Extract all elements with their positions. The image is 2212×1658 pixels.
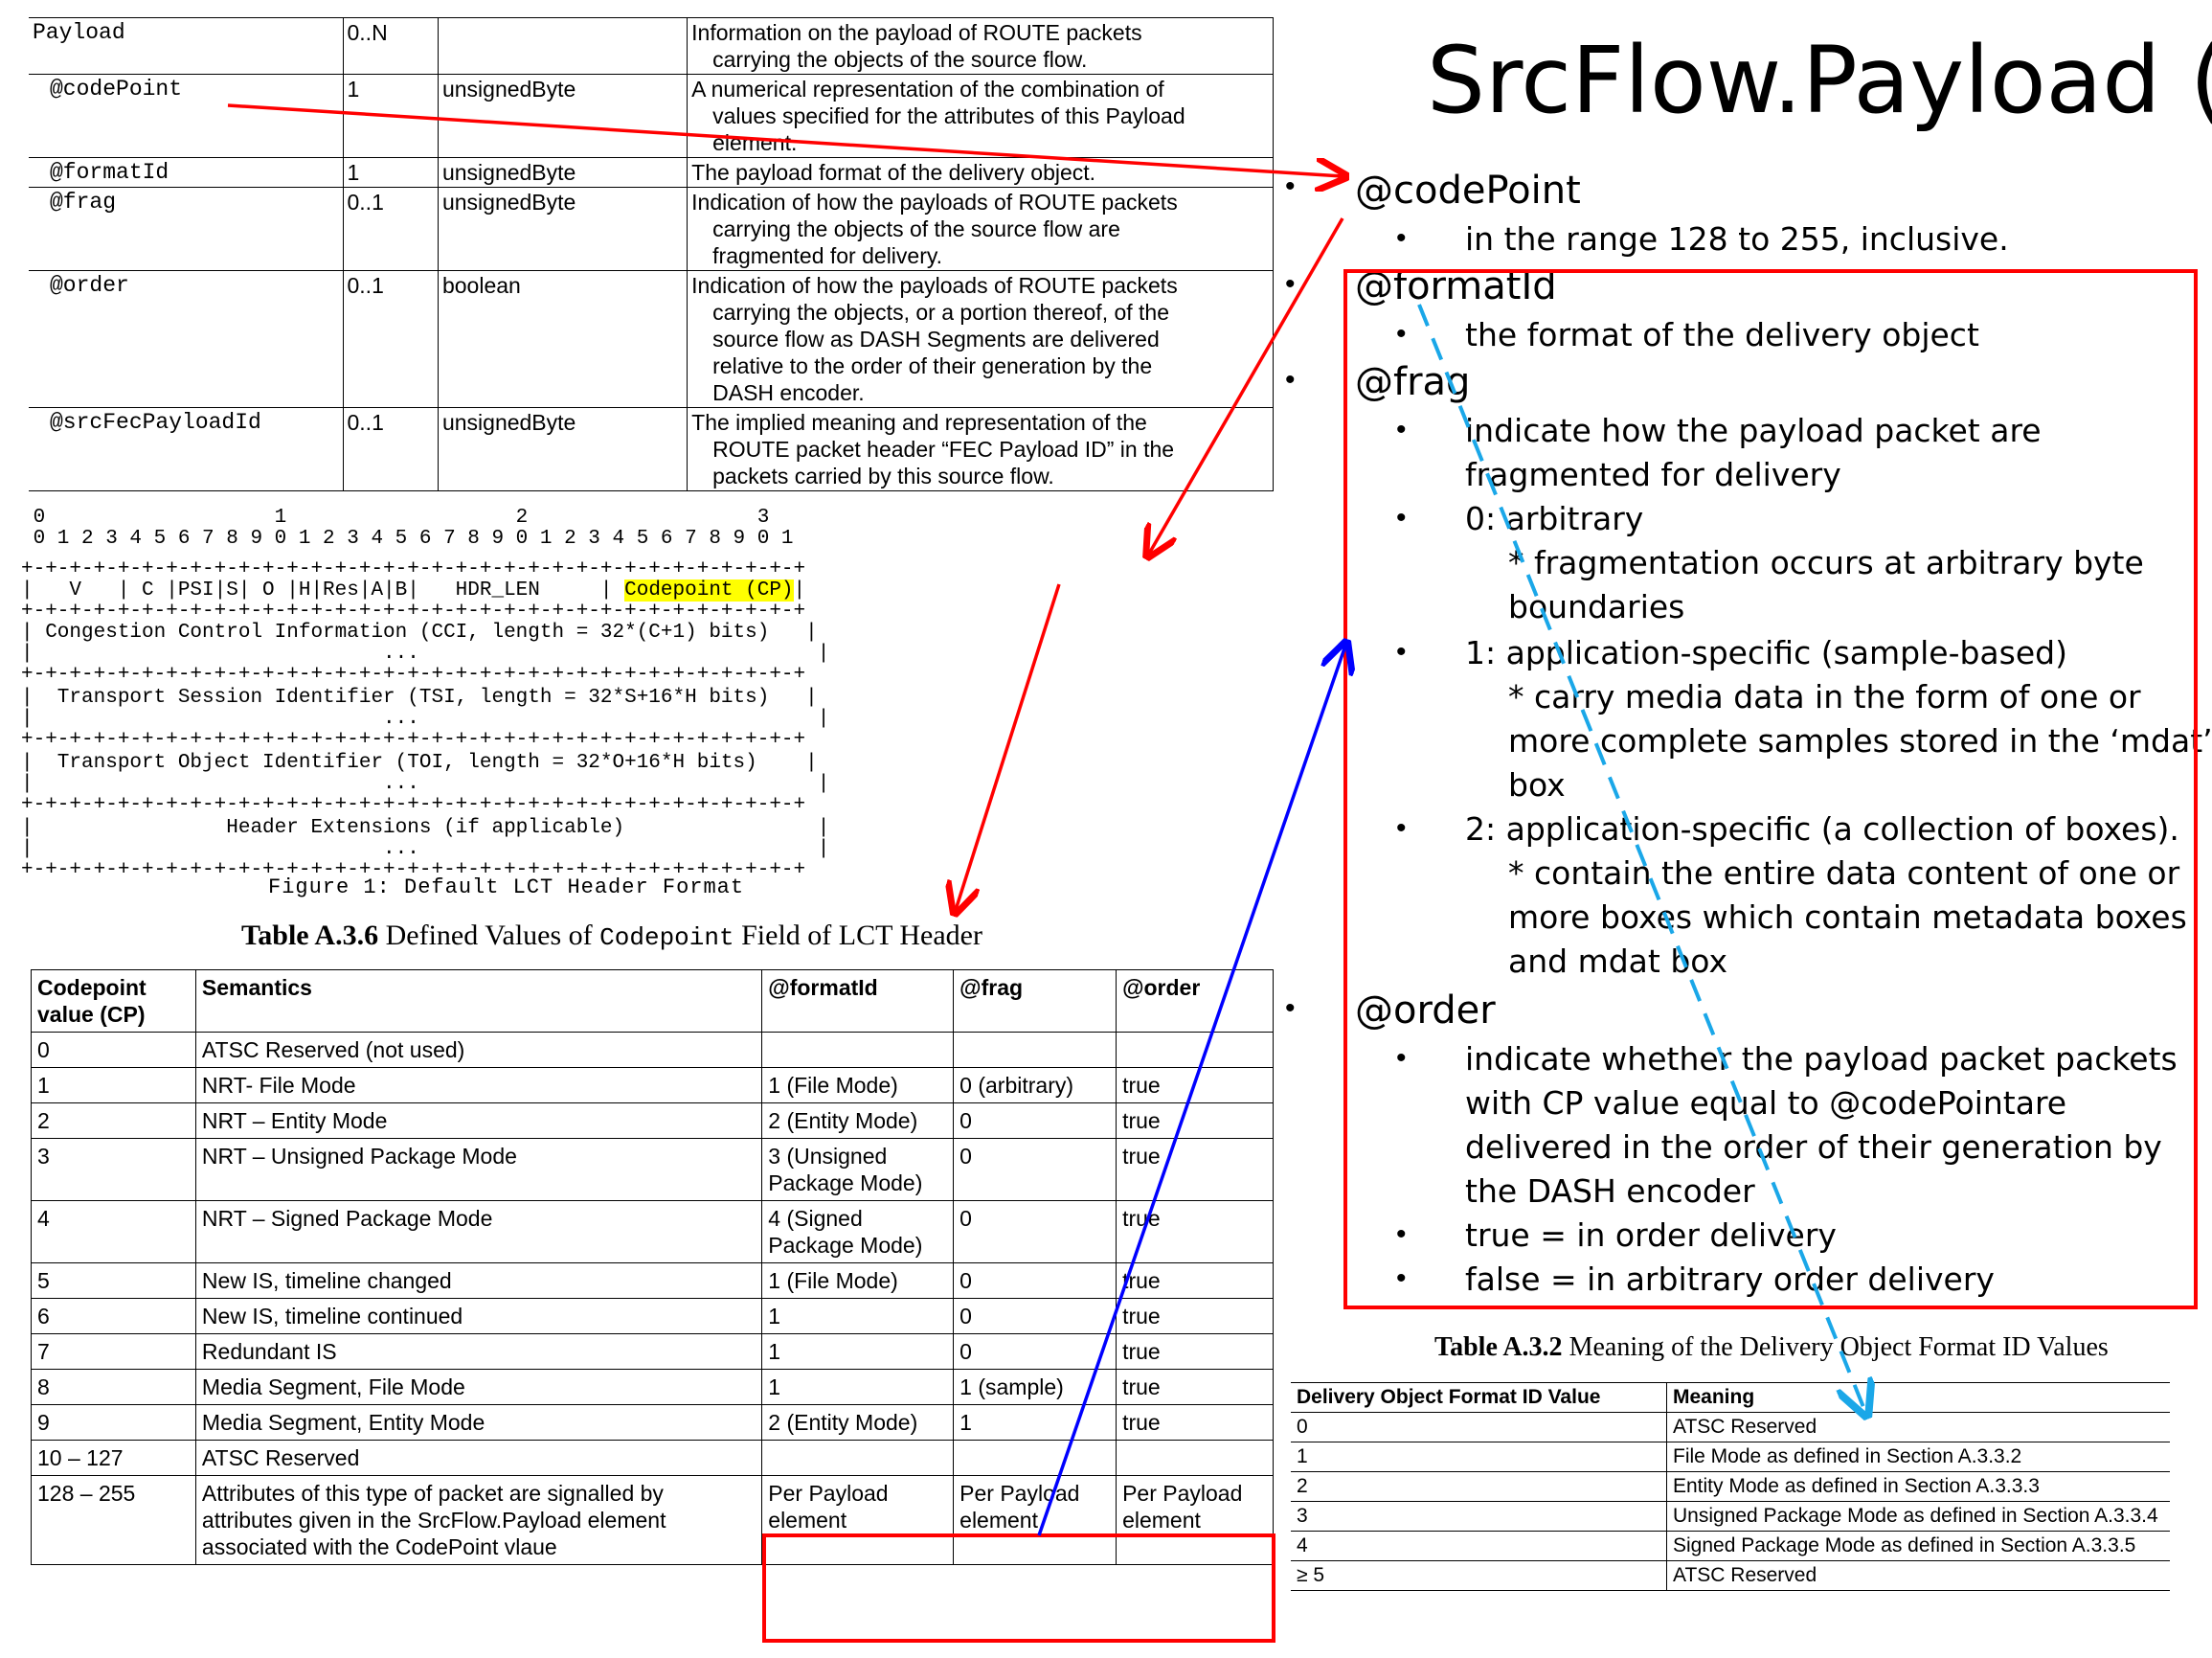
frag-order-highlight-box <box>1343 269 2198 1309</box>
annotation-overlay <box>227 103 2198 1643</box>
codepoint-arrow <box>227 103 1343 176</box>
codepoint-to-header-arrow <box>1149 217 1344 554</box>
formatid-to-table-arrow <box>1417 304 1865 1412</box>
per-payload-highlight-box <box>762 1533 1275 1643</box>
header-to-table-arrow <box>956 583 1061 910</box>
per-payload-arrow <box>1037 646 1345 1536</box>
